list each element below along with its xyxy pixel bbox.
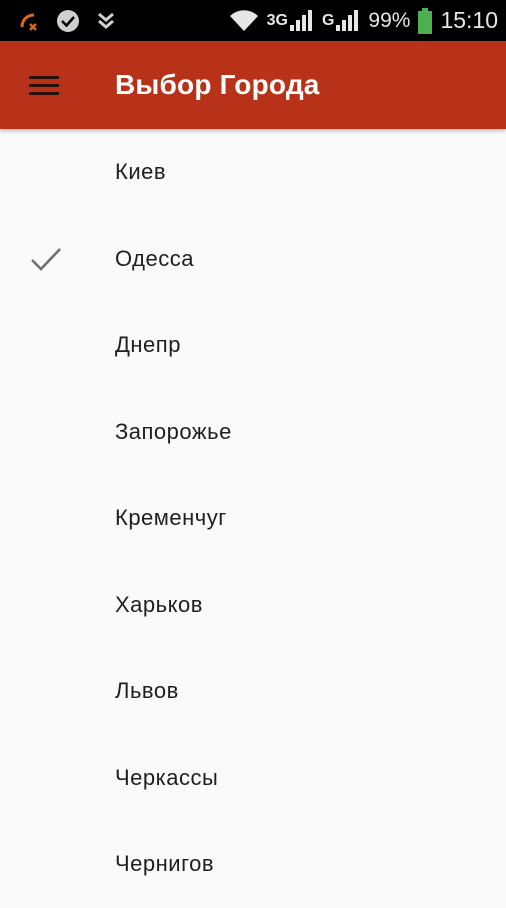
city-item[interactable]: Чернигов <box>0 821 506 908</box>
city-label: Киев <box>115 159 167 185</box>
city-label: Чернигов <box>115 851 215 877</box>
check-circle-icon <box>56 9 80 33</box>
battery-percent: 99% <box>368 8 411 32</box>
city-label: Львов <box>115 678 179 704</box>
signal-1-label: 3G <box>266 11 288 29</box>
city-label: Кременчуг <box>115 505 227 531</box>
download-arrows-icon <box>96 10 116 32</box>
clock: 15:10 <box>440 7 498 33</box>
signal-icon-2: G <box>322 9 360 33</box>
city-item[interactable]: Запорожье <box>0 389 506 476</box>
status-system: 3G G 99% 15:10 <box>229 7 498 34</box>
city-item[interactable]: Одесса <box>0 216 506 303</box>
city-item[interactable]: Днепр <box>0 302 506 389</box>
wifi-icon <box>229 9 259 33</box>
hamburger-icon <box>29 71 59 100</box>
city-item[interactable]: Львов <box>0 648 506 735</box>
page-title: Выбор Города <box>115 69 320 100</box>
signal-2-label: G <box>321 11 335 29</box>
city-item[interactable]: Черкассы <box>0 735 506 822</box>
city-item[interactable]: Харьков <box>0 562 506 649</box>
city-label: Днепр <box>115 332 181 358</box>
menu-button[interactable] <box>0 41 88 129</box>
city-item[interactable]: Кременчуг <box>0 475 506 562</box>
signal-icon-1: 3G <box>267 9 314 33</box>
status-bar: 3G G 99% 15:10 <box>0 0 506 41</box>
missed-call-icon <box>18 10 40 32</box>
checkmark-icon <box>31 247 61 271</box>
app-bar: Выбор Города <box>0 41 506 129</box>
status-notifications <box>18 9 116 33</box>
city-item[interactable]: Киев <box>0 129 506 216</box>
city-label: Одесса <box>115 245 194 271</box>
city-label: Запорожье <box>115 418 232 444</box>
city-label: Харьков <box>115 591 203 617</box>
city-list: Киев Одесса Днепр Запорожье Кременчуг Харьков… <box>0 129 506 908</box>
battery-icon <box>418 7 433 34</box>
city-label: Черкассы <box>115 764 219 790</box>
